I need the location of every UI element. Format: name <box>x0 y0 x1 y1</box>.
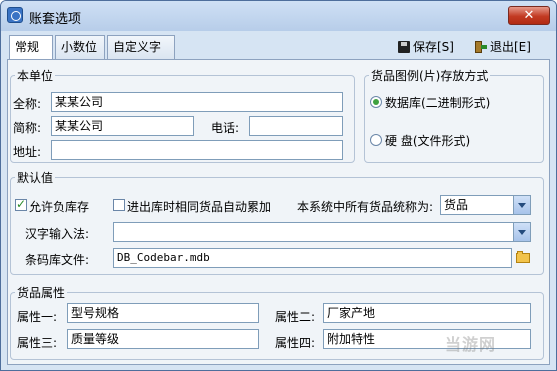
attr4-label: 属性四: <box>275 336 316 350</box>
save-label: 保存[S] <box>413 40 454 54</box>
ime-label: 汉字输入法: <box>25 227 90 241</box>
goods-name-label: 本系统中所有货品统称为: <box>297 200 434 214</box>
tab-custom-fields[interactable]: 自定义字段 <box>107 35 175 77</box>
ime-select[interactable] <box>113 222 531 242</box>
shortname-input[interactable]: 某某公司 <box>51 116 194 136</box>
title-bar[interactable]: 账套选项 ✕ <box>1 1 556 31</box>
close-button[interactable]: ✕ <box>508 6 550 25</box>
chevron-down-icon[interactable] <box>513 223 530 241</box>
fullname-input[interactable]: 某某公司 <box>51 92 343 112</box>
attributes-group-title: 货品属性 <box>17 286 66 300</box>
app-icon <box>7 7 23 23</box>
goods-name-value: 货品 <box>444 198 469 212</box>
attr2-label: 属性二: <box>275 310 316 324</box>
attr1-input[interactable]: 型号规格 <box>67 303 259 323</box>
watermark-logo: 当游网 <box>445 335 497 354</box>
goods-name-select[interactable]: 货品 <box>440 195 531 215</box>
radio-disk-label[interactable]: 硬 盘(文件形式) <box>385 132 470 149</box>
radio-database[interactable] <box>370 96 382 108</box>
window-title: 账套选项 <box>29 12 82 27</box>
shortname-label: 简称: <box>13 121 42 135</box>
attr2-input[interactable]: 厂家产地 <box>323 303 531 323</box>
exit-door-icon <box>475 41 487 53</box>
attr4-input[interactable]: 附加特性 <box>323 329 531 349</box>
merge-items-label[interactable]: 进出库时相同货品自动累加 <box>127 198 271 215</box>
allow-negative-label[interactable]: 允许负库存 <box>29 198 89 215</box>
address-input[interactable] <box>51 140 343 160</box>
floppy-disk-icon <box>398 41 410 53</box>
chevron-down-icon[interactable] <box>513 196 530 214</box>
merge-items-checkbox[interactable] <box>113 199 125 211</box>
address-label: 地址: <box>13 145 42 159</box>
allow-negative-checkbox[interactable] <box>15 197 27 211</box>
save-button[interactable]: 保存[S] <box>398 39 454 57</box>
image-storage-title: 货品图例(片)存放方式 <box>371 69 489 83</box>
phone-input[interactable] <box>249 116 343 136</box>
tab-general[interactable]: 常规 <box>9 35 53 60</box>
dialog-window: 账套选项 ✕ 常规 小数位 自定义字段 保存[S] 退出[E] 本单位 全称: … <box>0 0 557 371</box>
fullname-label: 全称: <box>13 97 42 111</box>
barcode-file-label: 条码库文件: <box>25 253 90 267</box>
tab-decimals[interactable]: 小数位 <box>55 35 105 59</box>
exit-button[interactable]: 退出[E] <box>475 39 531 57</box>
defaults-group-title: 默认值 <box>17 171 54 185</box>
phone-label: 电话: <box>211 121 240 135</box>
exit-label: 退出[E] <box>490 40 531 54</box>
radio-database-label[interactable]: 数据库(二进制形式) <box>385 94 490 111</box>
attr1-label: 属性一: <box>17 310 58 324</box>
unit-group-title: 本单位 <box>17 69 54 83</box>
barcode-file-input[interactable]: DB_Codebar.mdb <box>113 248 512 268</box>
folder-open-icon[interactable] <box>516 251 532 263</box>
attr3-input[interactable]: 质量等级 <box>67 329 259 349</box>
radio-disk[interactable] <box>370 134 382 146</box>
attr3-label: 属性三: <box>17 336 58 350</box>
